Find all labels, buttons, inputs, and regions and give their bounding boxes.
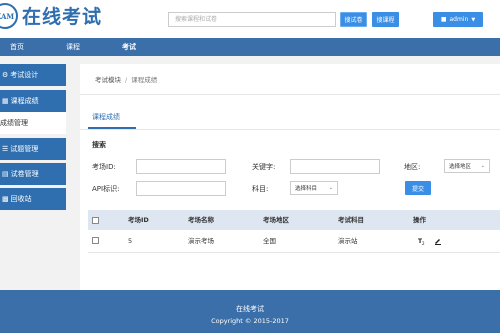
list-icon: ☰	[2, 145, 9, 153]
subject-select[interactable]: 选择科目 ⌄	[290, 181, 338, 195]
nav-item-exam[interactable]: 考试	[112, 38, 146, 56]
breadcrumb-current: 课程成绩	[131, 76, 158, 84]
tab-course-scores[interactable]: 课程成绩	[92, 112, 120, 122]
sidebar-item-recycle-bin[interactable]: ▩ 回收站	[0, 188, 66, 210]
select-all-checkbox[interactable]	[92, 217, 99, 224]
user-icon: ■	[440, 16, 447, 23]
breadcrumb-parent[interactable]: 考试模块	[95, 76, 121, 84]
nav-item-home[interactable]: 首页	[0, 38, 34, 56]
sidebar-item-course-scores[interactable]: ▦ 课程成绩	[0, 90, 66, 112]
main-panel: 考试模块 / 课程成绩 课程成绩 搜索 考场ID: 关键字: 地区: 选择地区 ⌄ …	[80, 64, 500, 290]
breadcrumb: 考试模块 / 课程成绩	[95, 74, 157, 84]
exam-id-input[interactable]	[136, 159, 226, 174]
edit-icon[interactable]	[434, 237, 442, 247]
row-checkbox[interactable]	[92, 237, 99, 244]
logo-badge: XAM	[0, 3, 18, 29]
cell-exam-name: 演示考场	[188, 237, 214, 245]
footer-title: 在线考试	[236, 305, 264, 313]
chevron-down-icon: ⌄	[328, 185, 333, 191]
doc-icon: ▤	[2, 170, 9, 178]
chevron-down-icon: ⌄	[480, 163, 485, 169]
exam-id-label: 考场ID:	[92, 163, 116, 171]
sidebar-item-label: 试题管理	[10, 145, 39, 153]
sidebar-item-question-management[interactable]: ☰ 试题管理	[0, 138, 66, 160]
svg-text:2: 2	[422, 241, 425, 245]
main-nav: 首页 课程 考试	[0, 38, 500, 56]
divider	[80, 94, 500, 95]
chevron-down-icon: ▼	[471, 16, 476, 23]
column-header: 操作	[413, 216, 426, 224]
keyword-label: 关键字:	[252, 163, 276, 171]
region-label: 地区:	[404, 163, 421, 171]
chart-icon: ▦	[2, 97, 9, 105]
breadcrumb-separator: /	[125, 76, 128, 84]
sidebar-subitem-score-management[interactable]: 成绩管理	[0, 112, 66, 134]
sidebar-item-label: 考试设计	[10, 71, 39, 79]
api-id-label: API标识:	[92, 185, 120, 193]
edit-text-icon[interactable]: T2	[418, 237, 426, 247]
table-row: 5 演示考场 全国 演示站 T2	[88, 230, 500, 253]
sidebar-item-label: 回收站	[10, 195, 32, 203]
cell-exam-id: 5	[128, 237, 133, 245]
top-header: XAM 在线考试 搜试卷 搜课程 ■ admin ▼	[0, 0, 500, 38]
search-section-title: 搜索	[92, 141, 106, 149]
search-course-button[interactable]: 搜课程	[372, 12, 399, 27]
site-logo-text[interactable]: 在线考试	[22, 5, 102, 29]
sidebar-item-label: 试卷管理	[10, 170, 39, 178]
sidebar-item-label: 课程成绩	[10, 97, 39, 105]
column-header: 考场ID	[128, 216, 149, 224]
api-id-input[interactable]	[136, 181, 226, 196]
user-menu-button[interactable]: ■ admin ▼	[433, 12, 483, 27]
sidebar-item-paper-management[interactable]: ▤ 试卷管理	[0, 163, 66, 185]
subject-select-value: 选择科目	[295, 186, 318, 192]
search-paper-button[interactable]: 搜试卷	[340, 12, 367, 27]
gear-icon: ⚙	[2, 71, 9, 79]
footer: 在线考试 Copyright © 2015-2017	[0, 290, 500, 333]
trash-icon: ▩	[2, 195, 9, 203]
footer-copyright: Copyright © 2015-2017	[211, 317, 289, 325]
region-select[interactable]: 选择地区 ⌄	[444, 159, 490, 173]
sidebar-item-exam-design[interactable]: ⚙ 考试设计	[0, 64, 66, 86]
region-select-value: 选择地区	[449, 164, 472, 170]
nav-item-courses[interactable]: 课程	[56, 38, 90, 56]
user-name: admin	[449, 16, 469, 23]
keyword-input[interactable]	[290, 159, 380, 174]
search-input[interactable]	[168, 12, 336, 27]
divider	[80, 129, 500, 130]
cell-exam-subject: 演示站	[338, 237, 358, 245]
table-header-row: 考场ID 考场名称 考场地区 考试科目 操作	[88, 210, 500, 230]
column-header: 考试科目	[338, 216, 364, 224]
submit-button[interactable]: 提交	[405, 181, 431, 195]
column-header: 考场地区	[263, 216, 289, 224]
column-header: 考场名称	[188, 216, 214, 224]
sidebar-item-label: 成绩管理	[0, 119, 28, 127]
cell-exam-region: 全国	[263, 237, 276, 245]
subject-label: 科目:	[252, 185, 269, 193]
